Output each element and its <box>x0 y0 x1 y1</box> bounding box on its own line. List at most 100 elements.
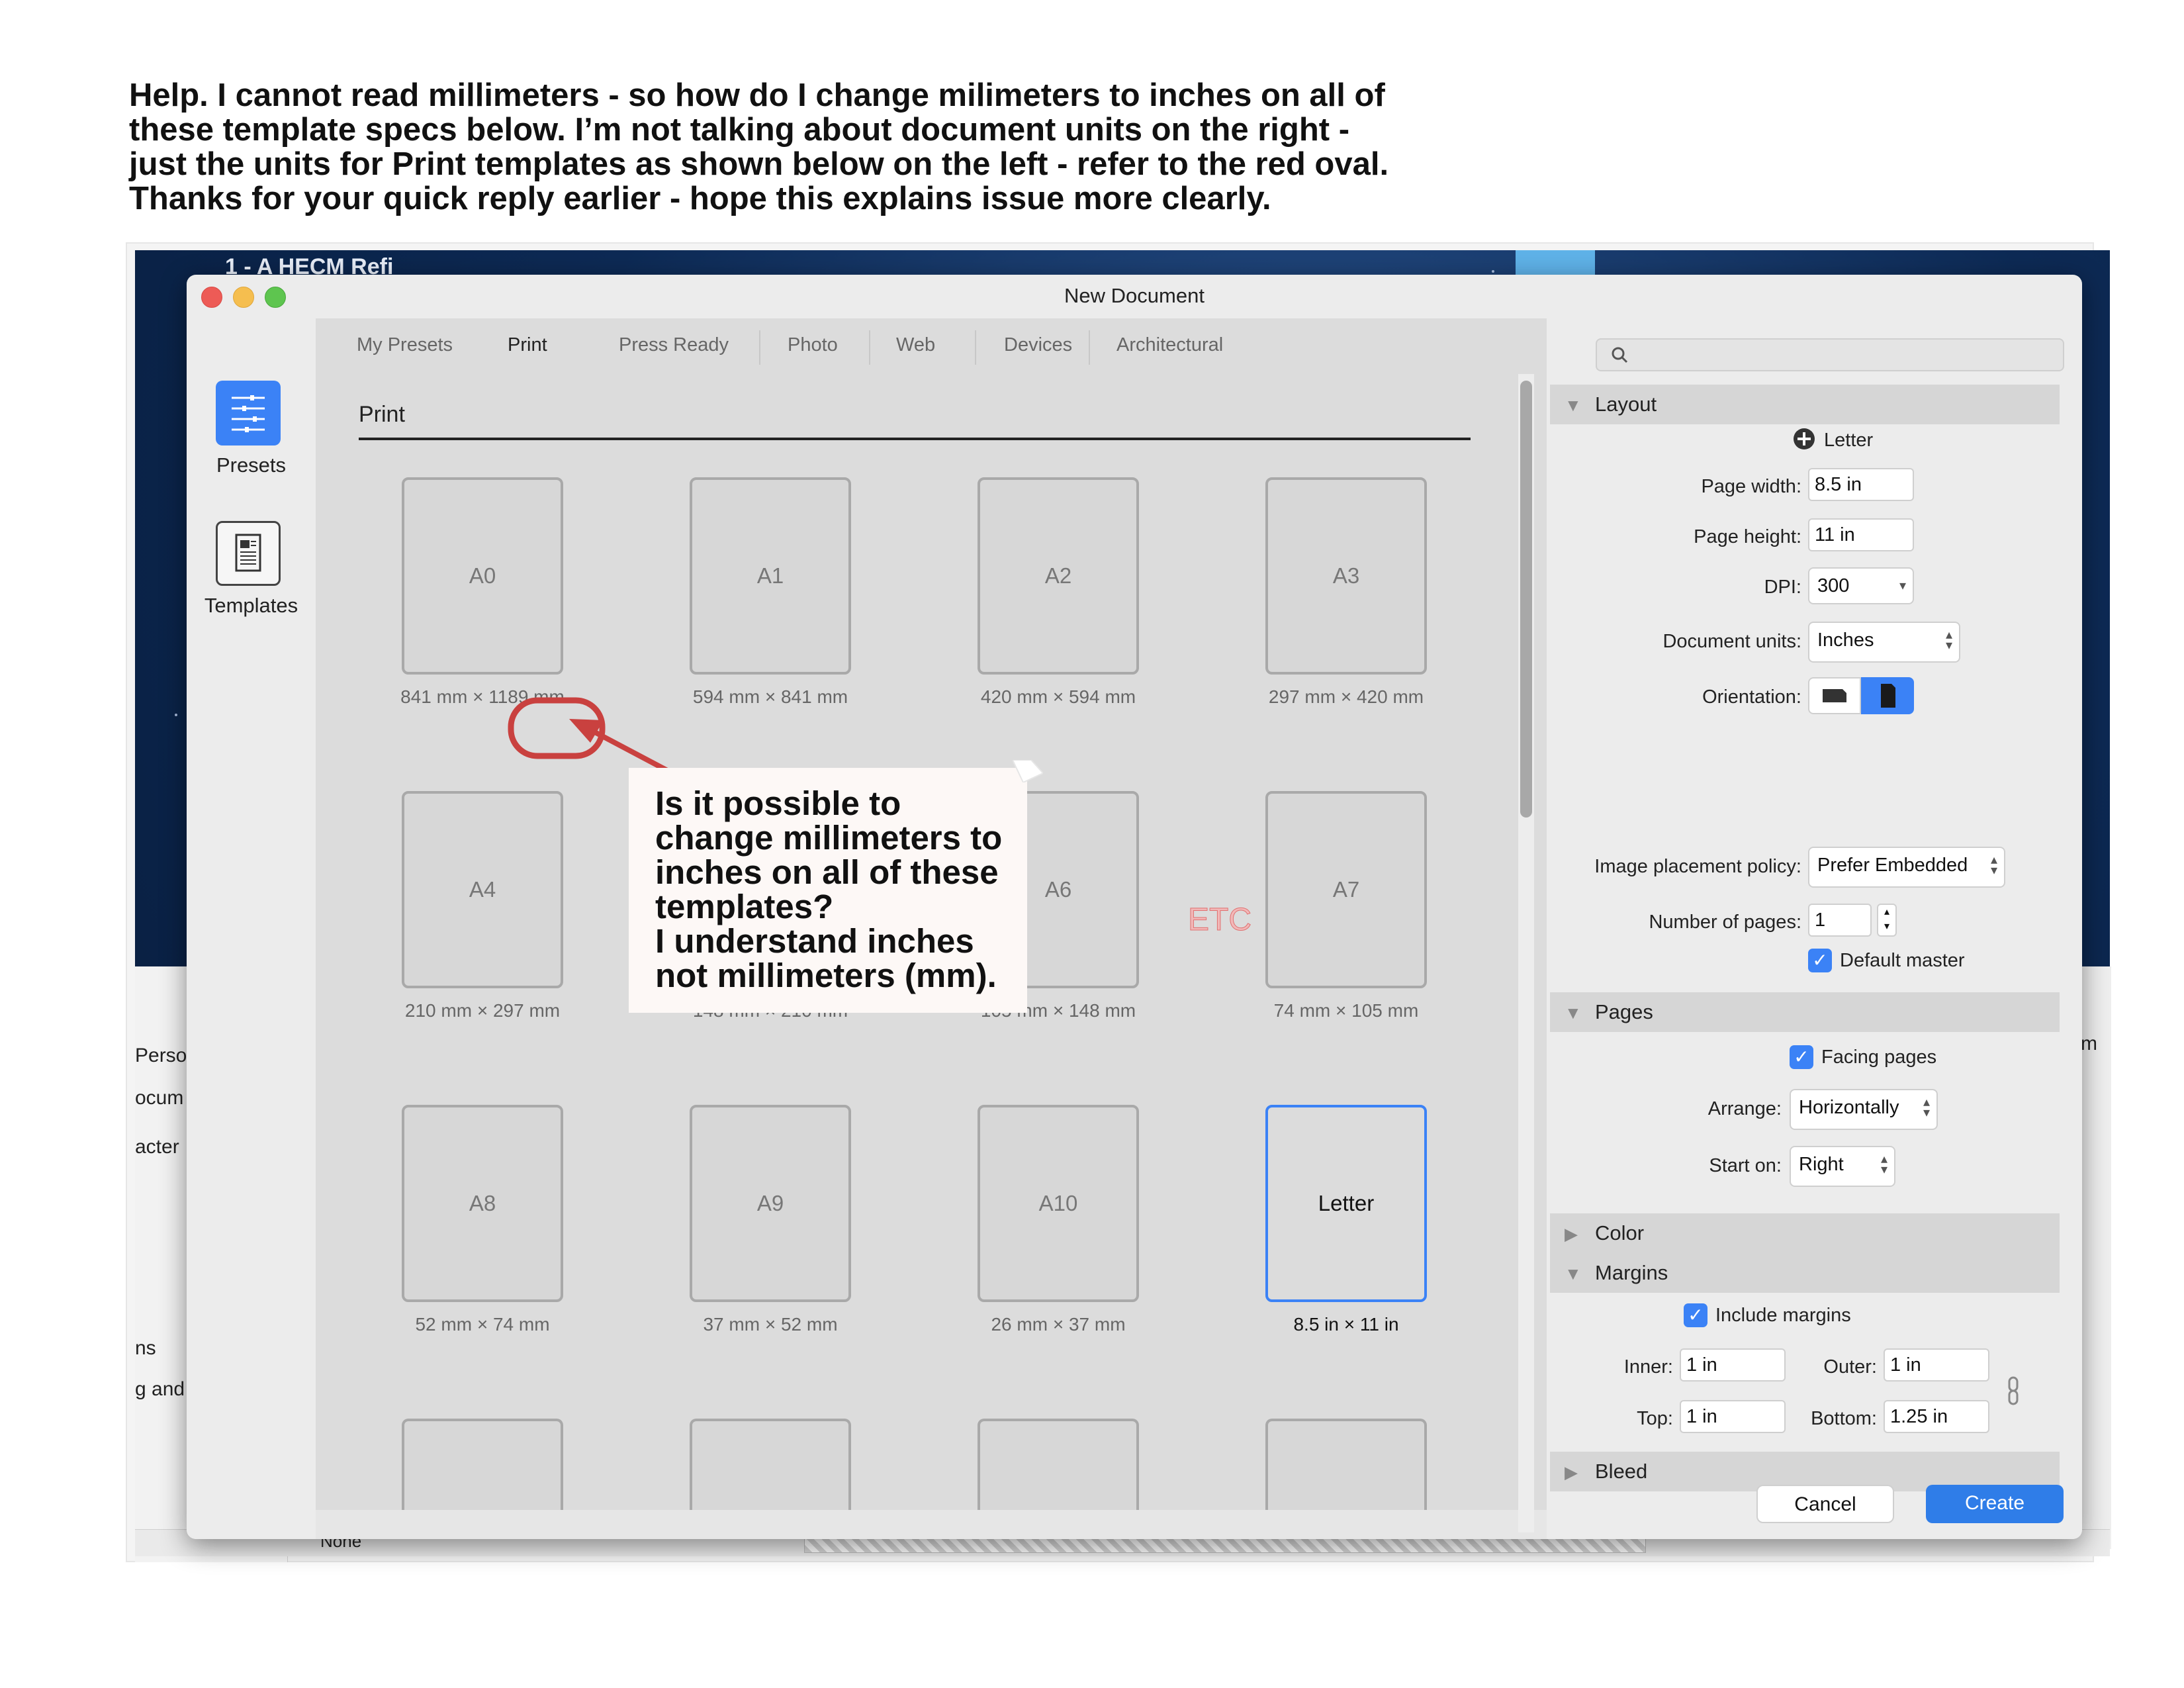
template-card[interactable] <box>978 1419 1139 1511</box>
template-name: A3 <box>1332 563 1360 588</box>
template-card-letter[interactable]: Letter <box>1265 1105 1427 1302</box>
template-card[interactable] <box>1265 1419 1427 1511</box>
template-card-a3[interactable]: A3 <box>1265 477 1427 675</box>
templates-scrollbar[interactable] <box>1518 374 1534 1532</box>
section-divider <box>359 438 1471 440</box>
layout-section-header[interactable]: ▼ Layout <box>1550 385 2060 424</box>
template-card-a1[interactable]: A1 <box>690 477 851 675</box>
tab-separator <box>1089 330 1090 365</box>
annotation-note-text: Is it possible to change millimeters to … <box>655 784 1003 994</box>
template-size: 210 mm × 297 mm <box>404 1000 561 1021</box>
tab-my-presets[interactable]: My Presets <box>357 334 453 356</box>
template-size: 52 mm × 74 mm <box>415 1314 550 1335</box>
template-name: Letter <box>1318 1191 1375 1215</box>
orientation-label: Orientation: <box>1702 686 1801 708</box>
arrange-value: Horizontally <box>1799 1097 1899 1118</box>
new-document-dialog: New Document Presets Templates My Preset… <box>187 275 2082 1539</box>
add-preset-icon[interactable] <box>1792 427 1816 451</box>
template-size: 841 mm × 1189 mm <box>400 686 565 707</box>
tab-separator <box>869 330 870 365</box>
pages-header-label: Pages <box>1595 1000 1653 1023</box>
facing-pages-checkbox[interactable]: ✓ <box>1790 1045 1813 1069</box>
pages-section-header[interactable]: ▼ Pages <box>1550 992 2060 1032</box>
templates-label: Templates <box>204 594 298 617</box>
create-button[interactable]: Create <box>1926 1485 2064 1523</box>
number-of-pages-field[interactable]: 1 <box>1808 904 1872 937</box>
cancel-button[interactable]: Cancel <box>1756 1485 1894 1523</box>
portrait-page-icon <box>1881 684 1895 708</box>
include-margins-checkbox[interactable]: ✓ <box>1684 1303 1707 1327</box>
tab-architectural[interactable]: Architectural <box>1116 334 1223 356</box>
tab-devices[interactable]: Devices <box>1004 334 1072 356</box>
bg-label-1: Perso <box>135 1045 187 1066</box>
pages-stepper[interactable]: ▴ ▾ <box>1877 904 1897 937</box>
margins-section-header[interactable]: ▼ Margins <box>1550 1253 2060 1293</box>
image-placement-label: Image placement policy: <box>1594 856 1801 877</box>
bottom-margin-field[interactable]: 1.25 in <box>1884 1400 1989 1433</box>
disclosure-open-icon: ▼ <box>1565 1003 1582 1023</box>
preset-name: Letter <box>1824 430 1874 451</box>
arrange-label: Arrange: <box>1707 1098 1782 1119</box>
default-master-checkbox[interactable]: ✓ <box>1808 949 1832 972</box>
desktop-window-tab <box>1516 250 1595 277</box>
tab-web[interactable]: Web <box>896 334 935 356</box>
category-tabs: My Presets Print Press Ready Photo Web D… <box>316 318 1547 378</box>
portrait-button[interactable] <box>1861 677 1914 714</box>
start-on-select[interactable]: Right ▴ ▾ <box>1790 1146 1895 1187</box>
template-card[interactable] <box>402 1419 563 1511</box>
tab-press-ready[interactable]: Press Ready <box>619 334 729 356</box>
landscape-button[interactable] <box>1808 677 1861 714</box>
template-card-a10[interactable]: A10 <box>978 1105 1139 1302</box>
template-name: A0 <box>469 563 496 588</box>
template-size: 8.5 in × 11 in <box>1293 1314 1399 1335</box>
document-units-value: Inches <box>1817 630 1874 651</box>
margins-header-label: Margins <box>1595 1261 1668 1284</box>
template-card-a7[interactable]: A7 <box>1265 791 1427 988</box>
template-size: 297 mm × 420 mm <box>1268 686 1424 707</box>
stepper-arrows-icon: ▴ ▾ <box>1945 628 1952 653</box>
section-title: Print <box>359 402 405 427</box>
link-icon[interactable] <box>2005 1376 2021 1405</box>
scrollbar-thumb[interactable] <box>1520 381 1532 818</box>
template-card-a2[interactable]: A2 <box>978 477 1139 675</box>
outer-margin-field[interactable]: 1 in <box>1884 1348 1989 1382</box>
bottom-margin-label: Bottom: <box>1811 1408 1877 1429</box>
dialog-title: New Document <box>1064 284 1205 307</box>
page-height-label: Page height: <box>1694 526 1801 547</box>
dpi-select[interactable]: 300 ▾ <box>1808 567 1914 604</box>
template-card-a8[interactable]: A8 <box>402 1105 563 1302</box>
left-rail: Presets Templates <box>187 318 316 1539</box>
template-card-a9[interactable]: A9 <box>690 1105 851 1302</box>
dropdown-arrow-icon: ▾ <box>1899 579 1906 593</box>
template-card-a0[interactable]: A0 <box>402 477 563 675</box>
templates-button[interactable] <box>216 521 281 586</box>
outer-margin-label: Outer: <box>1823 1356 1877 1378</box>
template-card-a4[interactable]: A4 <box>402 791 563 988</box>
top-margin-field[interactable]: 1 in <box>1680 1400 1786 1433</box>
search-input[interactable] <box>1596 338 2064 371</box>
disclosure-open-icon: ▼ <box>1565 1264 1582 1284</box>
template-name: A1 <box>756 563 784 588</box>
search-icon <box>1612 347 1628 363</box>
inner-margin-field[interactable]: 1 in <box>1680 1348 1786 1382</box>
page-height-field[interactable]: 11 in <box>1808 518 1914 551</box>
template-name: A7 <box>1332 877 1360 902</box>
page-width-label: Page width: <box>1701 476 1801 497</box>
tab-photo[interactable]: Photo <box>788 334 838 356</box>
disclosure-closed-icon: ▶ <box>1565 1224 1578 1244</box>
document-units-label: Document units: <box>1662 631 1801 652</box>
top-margin-label: Top: <box>1637 1408 1673 1429</box>
tab-print[interactable]: Print <box>508 334 547 356</box>
number-of-pages-label: Number of pages: <box>1649 912 1801 933</box>
document-icon <box>235 534 261 572</box>
presets-button[interactable] <box>216 381 281 445</box>
arrange-select[interactable]: Horizontally ▴ ▾ <box>1790 1089 1938 1130</box>
inner-margin-label: Inner: <box>1623 1356 1673 1378</box>
pane-footer <box>316 1510 1547 1539</box>
image-placement-select[interactable]: Prefer Embedded ▴ ▾ <box>1808 847 2005 888</box>
color-section-header[interactable]: ▶ Color <box>1550 1213 2060 1253</box>
page-width-field[interactable]: 8.5 in <box>1808 468 1914 501</box>
start-on-value: Right <box>1799 1154 1844 1175</box>
document-units-select[interactable]: Inches ▴ ▾ <box>1808 622 1960 663</box>
template-card[interactable] <box>690 1419 851 1511</box>
